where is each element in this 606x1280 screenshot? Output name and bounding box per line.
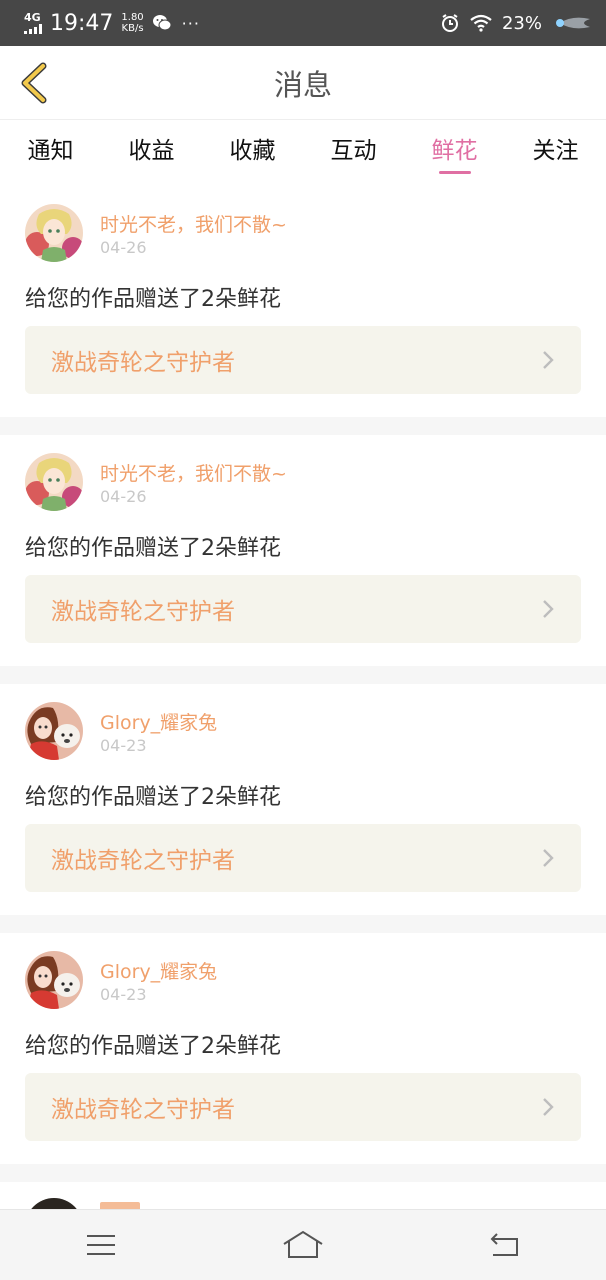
chevron-right-icon (543, 849, 554, 867)
sender-name[interactable]: 时光不老，我们不散~ (100, 459, 287, 486)
sender-name[interactable]: 时光不老，我们不散~ (100, 210, 287, 237)
work-title: 激战奇轮之守护者 (51, 1097, 235, 1123)
tab-label: 收益 (128, 138, 175, 164)
page-title: 消息 (273, 67, 332, 102)
message-date: 04-23 (100, 736, 147, 755)
message-list: 时光不老，我们不散~ 04-26 给您的作品赠送了2朵鲜花 激战奇轮之守护者 时… (0, 186, 606, 1182)
signal-icon: 4G (24, 12, 42, 34)
tab-bar: 通知 收益 收藏 互动 鲜花 关注 (0, 121, 606, 179)
more-notifications-icon: ··· (181, 13, 200, 33)
tab-follows[interactable]: 关注 (505, 121, 606, 179)
message-date: 04-23 (100, 985, 147, 1004)
tab-notifications[interactable]: 通知 (0, 121, 101, 179)
divider (0, 915, 606, 933)
message-text: 给您的作品赠送了2朵鲜花 (25, 785, 281, 810)
list-item: 时光不老，我们不散~ 04-26 给您的作品赠送了2朵鲜花 激战奇轮之守护者 (0, 186, 606, 417)
chevron-right-icon (543, 600, 554, 618)
divider (0, 666, 606, 684)
menu-icon (87, 1235, 115, 1255)
tab-interactions[interactable]: 互动 (303, 121, 404, 179)
list-item: 时光不老，我们不散~ 04-26 给您的作品赠送了2朵鲜花 激战奇轮之守护者 (0, 435, 606, 666)
wifi-icon (470, 14, 492, 32)
anime-girl-avatar (25, 204, 83, 262)
divider (0, 417, 606, 435)
back-icon (490, 1233, 518, 1256)
work-link[interactable]: 激战奇轮之守护者 (25, 575, 581, 643)
chevron-right-icon (543, 351, 554, 369)
avatar[interactable] (25, 951, 83, 1009)
back-nav-button[interactable] (475, 1220, 535, 1270)
tab-label: 关注 (532, 138, 579, 164)
clock-time: 19:47 (50, 10, 114, 36)
tab-label: 收藏 (229, 138, 276, 164)
system-nav-bar (0, 1209, 606, 1280)
work-link[interactable]: 激战奇轮之守护者 (25, 824, 581, 892)
work-link[interactable]: 激战奇轮之守护者 (25, 326, 581, 394)
network-type: 4G (24, 11, 41, 24)
work-link[interactable]: 激战奇轮之守护者 (25, 1073, 581, 1141)
menu-button[interactable] (71, 1220, 131, 1270)
tab-earnings[interactable]: 收益 (101, 121, 202, 179)
alarm-icon (441, 14, 458, 32)
work-title: 激战奇轮之守护者 (51, 599, 235, 625)
avatar[interactable] (25, 453, 83, 511)
network-speed: 1.80 KB/s (121, 12, 143, 34)
sender-name[interactable]: Glory_耀家兔 (100, 708, 217, 735)
battery-level: 23% (501, 12, 542, 34)
message-date: 04-26 (100, 487, 147, 506)
active-tab-indicator (438, 171, 471, 174)
list-item: Glory_耀家兔 04-23 给您的作品赠送了2朵鲜花 激战奇轮之守护者 (0, 933, 606, 1164)
message-text: 给您的作品赠送了2朵鲜花 (25, 1034, 281, 1059)
list-item: Glory_耀家兔 04-23 给您的作品赠送了2朵鲜花 激战奇轮之守护者 (0, 684, 606, 915)
girl-with-dog-avatar (25, 951, 83, 1009)
home-icon (283, 1230, 323, 1258)
work-title: 激战奇轮之守护者 (51, 350, 235, 376)
divider (0, 1164, 606, 1182)
chevron-left-icon (21, 62, 47, 104)
speed-value: 1.80 (121, 12, 144, 23)
tab-flowers[interactable]: 鲜花 (404, 121, 505, 179)
girl-with-dog-avatar (25, 702, 83, 760)
status-bar: 4G 19:47 1.80 KB/s ··· 23% (0, 0, 606, 46)
wechat-icon (152, 15, 172, 31)
home-button[interactable] (273, 1220, 333, 1270)
message-text: 给您的作品赠送了2朵鲜花 (25, 536, 281, 561)
header: 消息 (0, 46, 606, 120)
message-date: 04-26 (100, 238, 147, 257)
message-text: 给您的作品赠送了2朵鲜花 (25, 287, 281, 312)
tab-favorites[interactable]: 收藏 (202, 121, 303, 179)
avatar[interactable] (25, 204, 83, 262)
avatar[interactable] (25, 702, 83, 760)
sender-name[interactable]: Glory_耀家兔 (100, 957, 217, 984)
rocket-icon (556, 17, 590, 29)
tab-label: 通知 (27, 138, 74, 164)
tab-label: 鲜花 (431, 138, 478, 164)
chevron-right-icon (543, 1098, 554, 1116)
tab-label: 互动 (330, 138, 377, 164)
back-button[interactable] (14, 60, 54, 106)
anime-girl-avatar (25, 453, 83, 511)
work-title: 激战奇轮之守护者 (51, 848, 235, 874)
speed-unit: KB/s (121, 23, 144, 34)
